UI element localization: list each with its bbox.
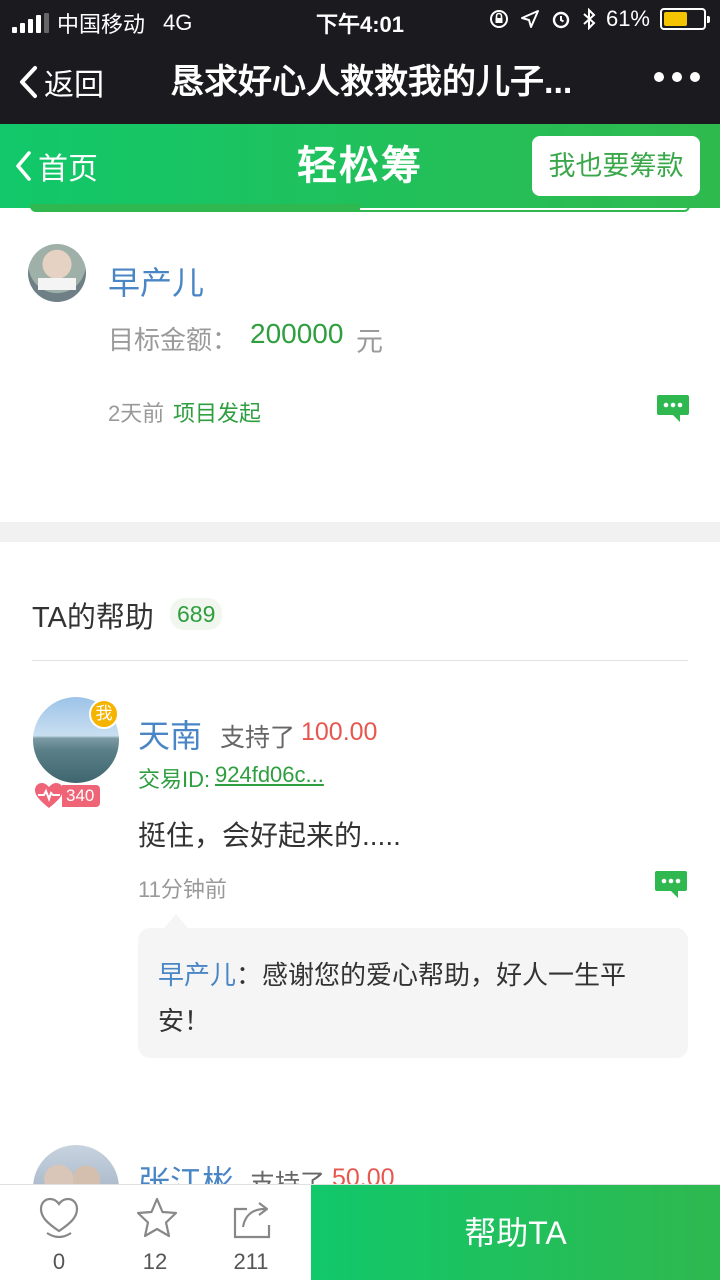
project-card: 早产儿 目标金额： 200000 元 2天前 项目发起 — [0, 212, 720, 522]
star-outline-icon — [136, 1197, 178, 1238]
status-bar: 中国移动 4G 下午4:01 61% — [0, 0, 720, 40]
chevron-left-icon — [20, 66, 37, 98]
me-badge: 我 — [89, 699, 119, 729]
donor-time: 11分钟前 — [138, 877, 227, 902]
favorite-button[interactable]: 12 — [107, 1185, 203, 1280]
target-amount: 200000 — [250, 318, 344, 349]
favorite-count: 12 — [142, 1249, 168, 1274]
section-divider — [0, 522, 720, 542]
start-fundraising-button[interactable]: 我也要筹款 — [532, 136, 700, 196]
share-button[interactable]: 211 — [203, 1185, 299, 1280]
donor-message: 挺住，会好起来的..... — [138, 820, 401, 851]
love-count: 340 — [62, 785, 101, 807]
support-label: 支持了 — [220, 724, 296, 752]
back-button[interactable]: 返回 — [18, 40, 104, 124]
love-value-badge: 340 — [34, 782, 101, 810]
location-icon — [520, 10, 539, 28]
bottom-action-bar: 0 12 211 帮助TA — [0, 1184, 720, 1280]
battery-icon — [660, 8, 710, 30]
reply-author[interactable]: 早产儿 — [158, 960, 236, 990]
bluetooth-icon — [583, 8, 596, 30]
home-link[interactable]: 首页 — [14, 124, 98, 208]
comment-icon[interactable] — [656, 393, 690, 423]
share-count: 211 — [233, 1249, 269, 1274]
like-count: 0 — [52, 1249, 66, 1274]
comment-icon[interactable] — [654, 869, 688, 899]
chevron-left-icon — [16, 151, 31, 181]
target-unit: 元 — [356, 327, 383, 357]
battery-percent: 61% — [605, 6, 650, 31]
reply-bubble: 早产儿：感谢您的爱心帮助，好人一生平安！ — [138, 914, 688, 1058]
nav-bar: 返回 恳求好心人救救我的儿子... — [0, 40, 720, 124]
helps-count-badge: 689 — [170, 598, 223, 630]
more-button[interactable] — [654, 72, 700, 82]
transaction-id-link[interactable]: 924fd06c... — [215, 762, 324, 788]
app-header: 首页 轻松筹 我也要筹款 — [0, 124, 720, 208]
project-time: 2天前 — [108, 401, 165, 426]
project-name[interactable]: 早产儿 — [108, 258, 204, 304]
alarm-icon — [552, 11, 570, 29]
donor-name[interactable]: 天南 — [138, 711, 202, 757]
target-label: 目标金额： — [108, 325, 239, 355]
back-label: 返回 — [44, 69, 104, 102]
heart-outline-icon — [39, 1197, 79, 1239]
project-status: 项目发起 — [173, 401, 262, 426]
helps-title: TA的帮助 — [32, 602, 154, 634]
help-ta-button[interactable]: 帮助TA — [311, 1185, 720, 1280]
helps-divider — [32, 660, 688, 661]
share-icon — [233, 1202, 271, 1239]
reply-separator: ： — [236, 960, 263, 990]
transaction-label: 交易ID: — [138, 767, 211, 792]
heart-pulse-icon — [35, 783, 63, 808]
rotation-lock-icon — [489, 10, 508, 28]
project-avatar[interactable] — [28, 244, 86, 302]
tab-indicator — [30, 204, 690, 212]
like-button[interactable]: 0 — [11, 1185, 107, 1280]
page-title: 恳求好心人救救我的儿子... — [170, 63, 573, 101]
home-label: 首页 — [38, 153, 98, 186]
support-amount: 100.00 — [301, 718, 378, 746]
